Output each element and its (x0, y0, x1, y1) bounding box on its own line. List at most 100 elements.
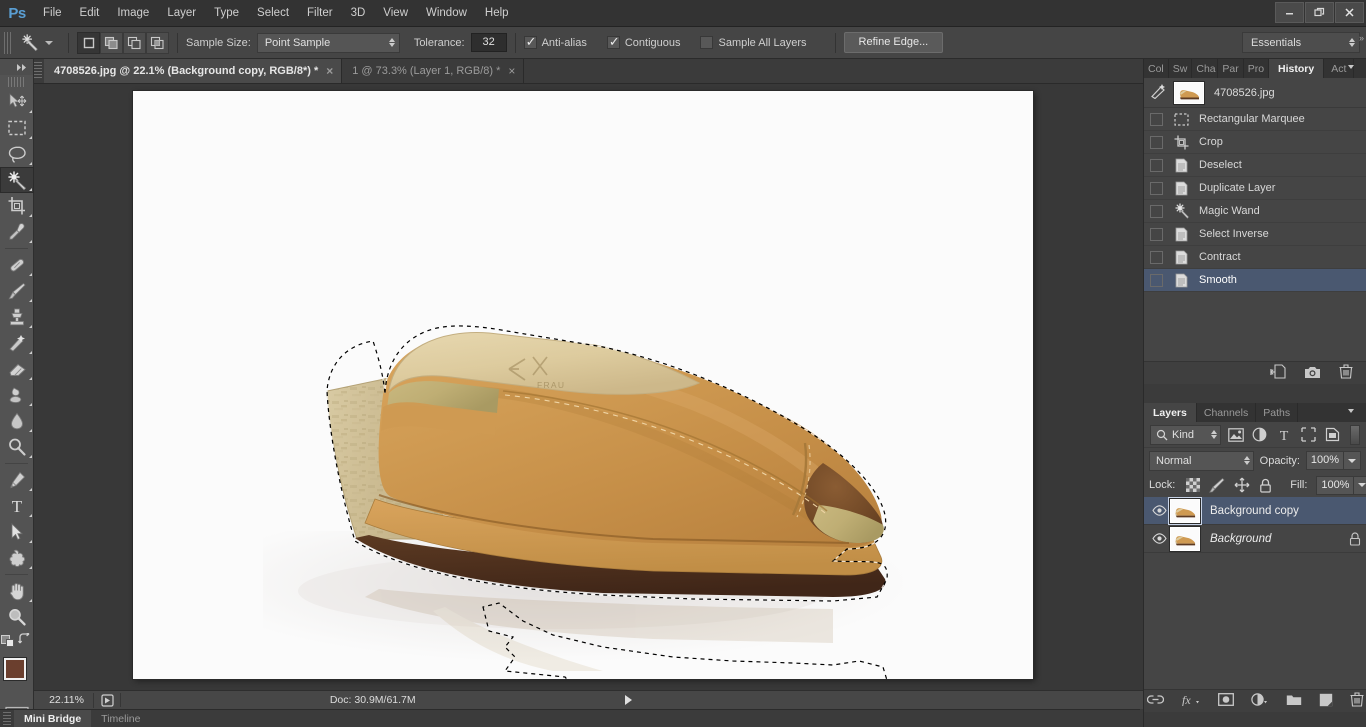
tab-channels-lower[interactable]: Channels (1197, 403, 1256, 422)
default-colors-icon[interactable] (1, 633, 16, 650)
horizontal-type-tool[interactable]: T (0, 493, 34, 519)
lasso-tool[interactable] (0, 141, 34, 167)
artboard[interactable]: FRAU (133, 91, 1033, 679)
layer-name-label[interactable]: Background copy (1210, 505, 1366, 517)
menu-edit[interactable]: Edit (71, 0, 109, 27)
menu-help[interactable]: Help (476, 0, 518, 27)
menu-layer[interactable]: Layer (158, 0, 205, 27)
intersect-with-selection-button[interactable] (146, 32, 169, 54)
delete-layer-icon[interactable] (1350, 692, 1364, 710)
add-layer-mask-icon[interactable] (1218, 693, 1234, 709)
tab-paths[interactable]: Paths (1256, 403, 1298, 422)
blur-tool-flyout-icon[interactable] (29, 429, 32, 432)
new-selection-button[interactable] (77, 32, 100, 54)
history-source-state[interactable]: 4708526.jpg (1144, 78, 1366, 108)
new-fill-or-adjustment-layer-icon[interactable] (1251, 693, 1269, 709)
create-new-document-from-current-state-icon[interactable] (1270, 364, 1286, 382)
workspace-switcher[interactable]: Essentials (1242, 32, 1360, 53)
tab-color[interactable]: Col (1144, 59, 1169, 78)
gradient-tool-flyout-icon[interactable] (29, 403, 32, 406)
blend-mode-select[interactable]: Normal (1149, 451, 1254, 471)
status-expand-icon[interactable] (625, 695, 632, 705)
spot-healing-brush-tool[interactable] (0, 252, 34, 278)
close-button[interactable] (1335, 2, 1364, 23)
tab-swatches[interactable]: Sw (1169, 59, 1193, 78)
custom-shape-tool[interactable] (0, 545, 34, 571)
path-selection-tool[interactable] (0, 519, 34, 545)
sample-size-select[interactable]: Point Sample (257, 33, 400, 53)
tab-mini-bridge[interactable]: Mini Bridge (14, 710, 91, 727)
menu-image[interactable]: Image (108, 0, 158, 27)
toolbox-collapse-button[interactable] (0, 59, 33, 75)
toolbox-grip[interactable] (8, 77, 26, 87)
eraser-tool[interactable] (0, 356, 34, 382)
eraser-tool-flyout-icon[interactable] (29, 377, 32, 380)
tab-properties[interactable]: Pro (1244, 59, 1269, 78)
history-state-contract[interactable]: Contract (1144, 246, 1366, 269)
create-new-snapshot-icon[interactable] (1304, 365, 1321, 382)
menu-type[interactable]: Type (205, 0, 248, 27)
hand-tool[interactable] (0, 578, 34, 604)
layer-thumbnail[interactable] (1170, 499, 1200, 523)
opacity-input[interactable]: 100% (1306, 451, 1344, 470)
gradient-tool[interactable] (0, 382, 34, 408)
rectangular-marquee-tool[interactable] (0, 115, 34, 141)
layer-visibility-eye-icon[interactable] (1148, 533, 1170, 544)
layer-visibility-eye-icon[interactable] (1148, 505, 1170, 516)
pen-tool-flyout-icon[interactable] (29, 488, 32, 491)
workspace-spinner-icon[interactable] (1339, 38, 1355, 47)
minimize-button[interactable] (1275, 2, 1304, 23)
lock-image-pixels-icon[interactable] (1209, 477, 1225, 494)
brush-tool-flyout-icon[interactable] (29, 299, 32, 302)
lock-transparent-pixels-icon[interactable] (1186, 477, 1200, 494)
add-to-selection-button[interactable] (100, 32, 123, 54)
history-state-rectangular-marquee[interactable]: Rectangular Marquee (1144, 108, 1366, 131)
adjustment-layer-filter-icon[interactable] (1250, 425, 1269, 445)
history-brush-source-icon[interactable] (1150, 83, 1168, 102)
hand-tool-flyout-icon[interactable] (29, 599, 32, 602)
layer-filter-spinner-icon[interactable] (1201, 430, 1217, 439)
lasso-tool-flyout-icon[interactable] (29, 162, 32, 165)
menu-select[interactable]: Select (248, 0, 298, 27)
menu-filter[interactable]: Filter (298, 0, 342, 27)
custom-shape-flyout-icon[interactable] (29, 566, 32, 569)
magic-wand-tool-flyout-icon[interactable] (29, 188, 32, 191)
blend-mode-spinner-icon[interactable] (1234, 456, 1250, 465)
options-bar-grip[interactable] (4, 32, 13, 54)
close-icon[interactable]: × (326, 66, 333, 76)
zoom-tool[interactable] (0, 604, 34, 630)
delete-current-state-icon[interactable] (1339, 364, 1353, 382)
dodge-tool[interactable] (0, 434, 34, 460)
eyedropper-tool[interactable] (0, 219, 34, 245)
menu-file[interactable]: File (34, 0, 71, 27)
tab-history[interactable]: History (1269, 59, 1324, 78)
clone-stamp-flyout-icon[interactable] (29, 325, 32, 328)
history-snapshot-checkbox[interactable] (1150, 205, 1163, 218)
healing-brush-flyout-icon[interactable] (29, 273, 32, 276)
tab-paragraph[interactable]: Par (1218, 59, 1243, 78)
pen-tool[interactable] (0, 467, 34, 493)
move-tool[interactable] (0, 89, 34, 115)
tab-timeline[interactable]: Timeline (91, 710, 150, 727)
blur-tool[interactable] (0, 408, 34, 434)
close-icon[interactable]: × (508, 66, 515, 76)
layer-row-background-copy[interactable]: Background copy (1144, 497, 1366, 525)
history-snapshot-checkbox[interactable] (1150, 274, 1163, 287)
magic-wand-tool[interactable] (0, 167, 34, 193)
type-layer-filter-icon[interactable]: T (1275, 425, 1294, 445)
menu-window[interactable]: Window (417, 0, 476, 27)
magic-wand-tool-icon[interactable] (17, 31, 43, 55)
anti-alias-checkbox[interactable] (524, 36, 537, 49)
history-brush-flyout-icon[interactable] (29, 351, 32, 354)
tolerance-input[interactable]: 32 (471, 33, 507, 52)
foreground-color-swatch[interactable] (4, 658, 26, 680)
bottom-dock-grip[interactable] (3, 712, 11, 726)
brush-tool[interactable] (0, 278, 34, 304)
layer-name-label[interactable]: Background (1210, 533, 1344, 545)
history-snapshot-checkbox[interactable] (1150, 159, 1163, 172)
history-snapshot-checkbox[interactable] (1150, 136, 1163, 149)
layers-panel-menu-icon[interactable] (1348, 407, 1362, 418)
sample-all-layers-checkbox[interactable] (700, 36, 713, 49)
history-state-smooth[interactable]: Smooth (1144, 269, 1366, 292)
fill-input[interactable]: 100% (1316, 476, 1354, 495)
